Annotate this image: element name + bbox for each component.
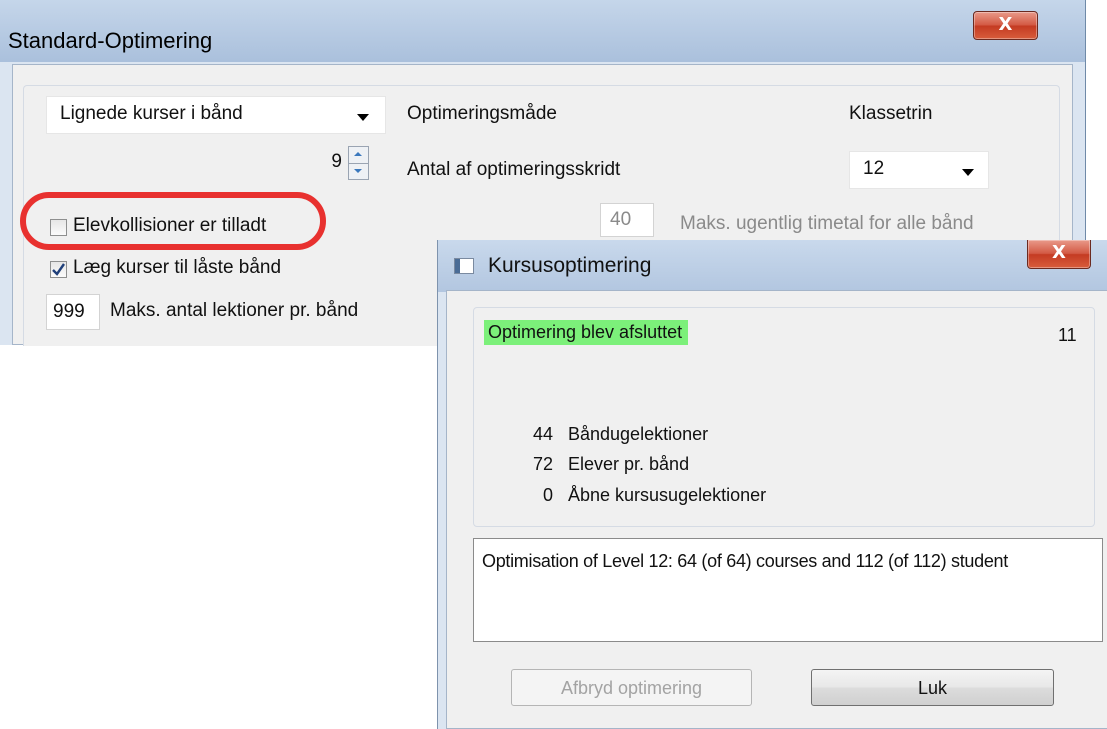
optimization-mode-dropdown[interactable]: Lignede kurser i bånd: [46, 96, 386, 134]
close-dialog-button[interactable]: Luk: [811, 669, 1054, 706]
arrow-down-icon: [354, 169, 362, 173]
stat-value-students-per-band: 72: [532, 454, 553, 474]
chevron-down-icon: [357, 114, 369, 121]
locked-bands-label: Læg kurser til låste bånd: [73, 257, 282, 278]
grade-label: Klassetrin: [849, 103, 933, 124]
steps-value-text: 9: [331, 151, 342, 172]
log-line: Optimisation of Level 12: 64 (of 64) cou…: [482, 551, 1008, 571]
arrow-up-icon: [354, 152, 362, 156]
stat-label-students-per-band: Elever pr. bånd: [568, 454, 690, 474]
spin-down-button[interactable]: [349, 163, 368, 178]
max-lessons-label: Maks. antal lektioner pr. bånd: [110, 300, 359, 321]
optimization-mode-label: Optimeringsmåde: [407, 103, 557, 124]
check-icon: [52, 263, 65, 276]
steps-value[interactable]: 9: [314, 146, 344, 178]
window-title: Standard-Optimering: [8, 28, 213, 53]
steps-spinner[interactable]: [348, 146, 369, 180]
status-panel: Optimering blev afsluttet 11 44 Båndugel…: [473, 307, 1095, 527]
dialog-close-button[interactable]: X: [1027, 240, 1091, 269]
dialog-title: Kursusoptimering: [488, 254, 652, 277]
steps-label: Antal af optimeringsskridt: [407, 159, 621, 180]
status-badge: Optimering blev afsluttet: [484, 320, 689, 345]
locked-bands-checkbox[interactable]: [50, 261, 67, 278]
dialog-client-area: Optimering blev afsluttet 11 44 Båndugel…: [446, 290, 1107, 729]
max-lessons-field[interactable]: 999: [46, 294, 100, 330]
max-hours-value: 40: [610, 209, 632, 230]
stat-value-band-lessons: 44: [532, 424, 553, 444]
stat-label-band-lessons: Båndugelektioner: [568, 424, 709, 444]
max-hours-label: Maks. ugentlig timetal for alle bånd: [680, 213, 974, 234]
log-textarea[interactable]: Optimisation of Level 12: 64 (of 64) cou…: [473, 538, 1103, 642]
stat-label-open-lessons: Åbne kursusugelektioner: [568, 485, 767, 505]
dialog-title-bar: Kursusoptimering X: [438, 240, 1107, 292]
kursusoptimering-dialog: Kursusoptimering X Optimering blev afslu…: [437, 240, 1107, 729]
step-counter: 11: [1058, 325, 1077, 345]
grade-dropdown[interactable]: 12: [849, 151, 989, 189]
close-button[interactable]: X: [973, 11, 1038, 40]
abort-optimization-button[interactable]: Afbryd optimering: [511, 669, 752, 706]
app-icon: [454, 258, 474, 274]
title-bar: Standard-Optimering X: [0, 0, 1085, 62]
chevron-down-icon: [962, 169, 974, 176]
max-hours-field[interactable]: 40: [600, 203, 654, 237]
grade-value: 12: [863, 158, 885, 179]
stat-value-open-lessons: 0: [542, 485, 553, 505]
optimization-mode-value: Lignede kurser i bånd: [60, 103, 243, 124]
annotation-ring: [20, 192, 326, 250]
max-lessons-value: 999: [53, 301, 85, 322]
spin-up-button[interactable]: [349, 147, 368, 162]
